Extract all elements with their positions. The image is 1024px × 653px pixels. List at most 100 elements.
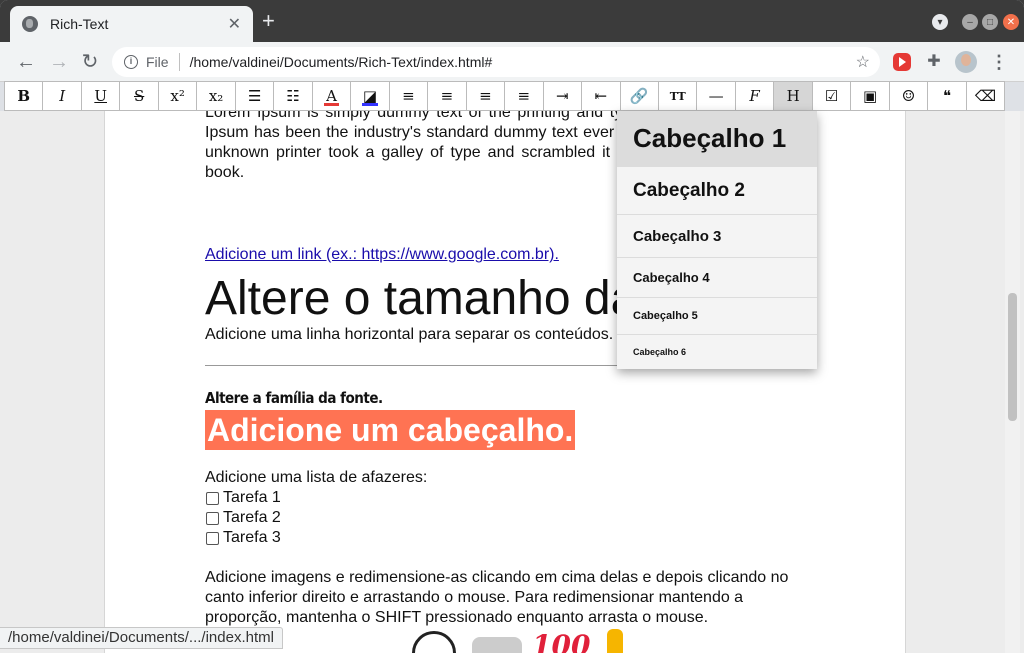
todo-checkbox[interactable] — [206, 511, 219, 525]
heading-option-1[interactable]: Cabeçalho 1 — [617, 111, 817, 167]
align-justify-button[interactable]: ≡ — [505, 82, 544, 110]
align-justify-icon: ≡ — [517, 87, 531, 105]
extensions-puzzle-icon[interactable]: ✚ — [925, 53, 943, 71]
numbered-list-button[interactable]: ☷ — [274, 82, 313, 110]
strikethrough-icon: S — [134, 87, 145, 105]
align-center-button[interactable]: ≡ — [428, 82, 467, 110]
profile-avatar[interactable] — [955, 51, 977, 73]
heading-icon: H — [786, 87, 800, 105]
info-icon[interactable]: i — [124, 55, 138, 69]
minimize-button[interactable]: – — [962, 14, 978, 30]
font-family-button[interactable]: F — [736, 82, 775, 110]
quote-button[interactable]: ❝ — [928, 82, 967, 110]
heading-button[interactable]: H — [774, 82, 813, 110]
highlight-color-swatch — [362, 103, 378, 106]
todo-intro: Adicione uma lista de afazeres: — [205, 469, 428, 486]
editor-toolbar: B I U Sx² x₂ ☰ ☷ A ◪ ≡ ≡ ≡ ≡ ⇥ ⇤ 🔗 TT — F H ☑ ▣ ☺ ❝ ⌫ — [4, 81, 1005, 111]
url-text[interactable]: /home/valdinei/Documents/Rich-Text/index… — [190, 54, 493, 70]
font-family-icon: F — [749, 87, 760, 105]
subscript-button[interactable]: x₂ — [197, 82, 236, 110]
vertical-scrollbar[interactable] — [1005, 111, 1020, 653]
heading-option-2[interactable]: Cabeçalho 2 — [617, 167, 817, 215]
superscript-icon: x² — [170, 87, 185, 105]
new-tab-button[interactable]: + — [262, 10, 275, 32]
address-bar[interactable]: i File /home/valdinei/Documents/Rich-Tex… — [112, 47, 880, 77]
heading-option-5[interactable]: Cabeçalho 5 — [617, 298, 817, 335]
browser-tab[interactable]: Rich-Text ✕ — [10, 6, 253, 42]
bulleted-list-button[interactable]: ☰ — [236, 82, 275, 110]
maximize-button[interactable]: □ — [982, 14, 998, 30]
image-intro: Adicione imagens e redimensione-as clica… — [205, 569, 789, 626]
indent-icon: ⇥ — [556, 87, 569, 105]
image-button[interactable]: ▣ — [851, 82, 890, 110]
align-right-icon: ≡ — [479, 87, 492, 105]
strikethrough-button[interactable]: S — [120, 82, 159, 110]
emoji-icon: ☺ — [901, 87, 916, 105]
heading-option-3[interactable]: Cabeçalho 3 — [617, 215, 817, 258]
font-size-icon: TT — [669, 89, 686, 103]
bulleted-list-icon: ☰ — [247, 87, 262, 105]
align-left-button[interactable]: ≡ — [390, 82, 429, 110]
subscript-icon: x₂ — [208, 87, 224, 105]
todo-checkbox[interactable] — [206, 491, 219, 505]
scheme-label: File — [146, 54, 169, 70]
todo-checkbox[interactable] — [206, 531, 219, 545]
highlight-color-button[interactable]: ◪ — [351, 82, 390, 110]
checkbox-icon: ☑ — [824, 87, 839, 105]
image-row[interactable]: 100 — [412, 629, 632, 653]
tab-strip: Rich-Text ✕ + ▾ – □ ✕ — [0, 0, 1024, 42]
heading-dropdown-menu: Cabeçalho 1 Cabeçalho 2 Cabeçalho 3 Cabe… — [617, 111, 817, 369]
link-button[interactable]: 🔗 — [621, 82, 659, 110]
navigation-bar: ← → ↻ i File /home/valdinei/Documents/Ri… — [0, 42, 1024, 82]
todo-item: Tarefa 2 — [205, 508, 805, 528]
sticker-image[interactable] — [472, 637, 522, 653]
bookmark-star-icon[interactable]: ☆ — [856, 52, 870, 72]
emoji-button[interactable]: ☺ — [890, 82, 929, 110]
link-icon: 🔗 — [629, 87, 649, 105]
todo-label: Tarefa 1 — [223, 489, 281, 506]
tab-search-icon[interactable]: ▾ — [932, 14, 948, 30]
underline-button[interactable]: U — [82, 82, 121, 110]
underline-icon: U — [94, 87, 107, 105]
reload-button[interactable]: ↻ — [78, 50, 102, 74]
eraser-icon: ⌫ — [974, 87, 997, 105]
align-center-icon: ≡ — [440, 87, 454, 105]
hundred-emoji-image[interactable]: 100 — [532, 629, 590, 653]
back-button[interactable]: ← — [14, 50, 38, 74]
outdent-button[interactable]: ⇤ — [582, 82, 621, 110]
globe-icon — [22, 16, 38, 32]
soccer-ball-image[interactable] — [412, 631, 456, 653]
horizontal-rule — [205, 365, 619, 366]
close-window-button[interactable]: ✕ — [1003, 14, 1019, 30]
omnibox-divider — [178, 53, 180, 71]
tab-close-icon[interactable]: ✕ — [228, 14, 241, 34]
horizontal-rule-button[interactable]: — — [697, 82, 736, 110]
align-left-icon: ≡ — [402, 87, 415, 105]
bold-icon: B — [17, 87, 31, 105]
todo-label: Tarefa 2 — [223, 509, 281, 526]
indent-button[interactable]: ⇥ — [544, 82, 583, 110]
font-color-button[interactable]: A — [313, 82, 352, 110]
superscript-button[interactable]: x² — [159, 82, 198, 110]
italic-icon: I — [59, 87, 66, 105]
browser-window: Rich-Text ✕ + ▾ – □ ✕ ← → ↻ i File /home… — [0, 0, 1024, 653]
tab-title: Rich-Text — [50, 16, 109, 32]
checkbox-button[interactable]: ☑ — [813, 82, 852, 110]
bold-button[interactable]: B — [5, 82, 44, 110]
heading-option-4[interactable]: Cabeçalho 4 — [617, 258, 817, 298]
youtube-extension-icon[interactable] — [893, 53, 911, 71]
menu-kebab-icon[interactable]: ⋮ — [990, 53, 1008, 71]
font-size-button[interactable]: TT — [659, 82, 698, 110]
status-bubble: /home/valdinei/Documents/.../index.html — [0, 627, 283, 649]
eraser-button[interactable]: ⌫ — [967, 82, 1004, 110]
outdent-icon: ⇤ — [594, 87, 608, 105]
thumbs-up-image[interactable] — [607, 629, 623, 653]
todo-item: Tarefa 3 — [205, 528, 805, 548]
heading-option-6[interactable]: Cabeçalho 6 — [617, 335, 817, 369]
font-family-sample: Altere a família da fonte. — [205, 389, 383, 407]
forward-button[interactable]: → — [47, 50, 71, 74]
align-right-button[interactable]: ≡ — [467, 82, 506, 110]
italic-button[interactable]: I — [43, 82, 82, 110]
horizontal-rule-icon: — — [708, 87, 724, 105]
scrollbar-thumb[interactable] — [1008, 293, 1017, 421]
